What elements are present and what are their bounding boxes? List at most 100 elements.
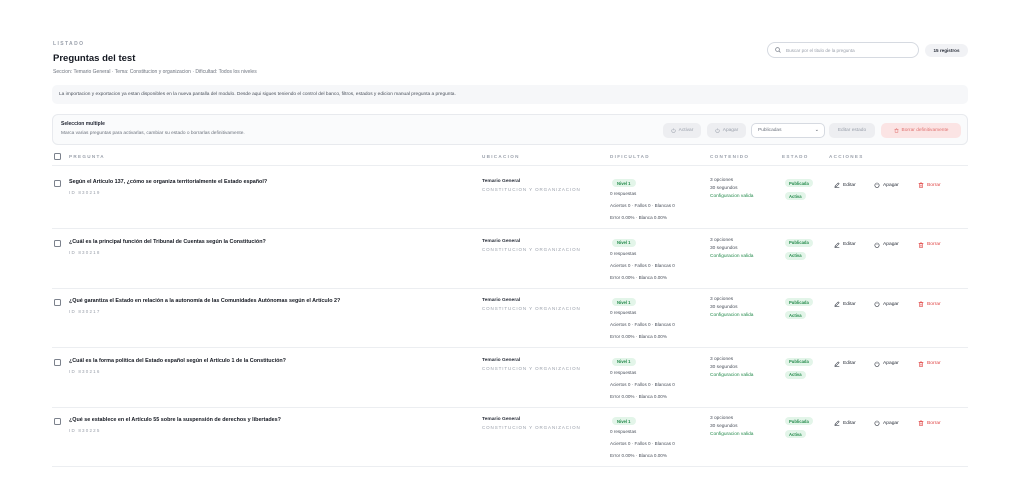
pencil-icon [834, 420, 840, 426]
config-status: Configuracion valida [710, 313, 754, 318]
responses-count: 0 respuestas [610, 250, 637, 256]
trash-icon [918, 301, 924, 307]
row-checkbox[interactable] [54, 180, 61, 187]
answer-stats: Aciertos 0 · Fallos 0 · Blancas 0 [610, 381, 675, 387]
level-badge: Nivel 1 [612, 298, 636, 306]
time-limit: 30 segundos [710, 364, 738, 370]
bulk-description: Marca varias preguntas para activarlas, … [61, 131, 245, 136]
active-badge: Activa [785, 251, 806, 260]
row-checkbox[interactable] [54, 418, 61, 425]
edit-button[interactable]: Editar [834, 301, 856, 307]
time-limit: 30 segundos [710, 186, 738, 191]
location-section: Temario General [482, 417, 521, 422]
active-badge: Activa [785, 192, 806, 200]
edit-button[interactable]: Editar [834, 360, 856, 367]
search-box[interactable] [767, 42, 919, 58]
location-topic: CONSTITUCION Y ORGANIZACION [482, 425, 581, 430]
deactivate-button[interactable]: Apagar [874, 360, 899, 367]
bulk-deactivate-label: Apagar [722, 128, 739, 133]
question-title[interactable]: Según el Artículo 137, ¿cómo se organiza… [69, 179, 267, 185]
deactivate-label: Apagar [883, 182, 899, 188]
options-count: 3 opciones [710, 297, 734, 302]
trash-icon [918, 360, 924, 367]
error-stats: Error 0.00% · Blanca 0.00% [610, 393, 667, 399]
location-section: Temario General [482, 179, 521, 184]
row-checkbox[interactable] [54, 299, 61, 306]
bulk-activate-button[interactable]: Activar [663, 123, 701, 138]
edit-button[interactable]: Editar [834, 182, 856, 188]
status-select-value: Publicadas [758, 128, 782, 133]
search-input[interactable] [786, 47, 916, 53]
answer-stats: Aciertos 0 · Fallos 0 · Blancas 0 [610, 441, 675, 446]
table-row: ¿Cuál es la forma política del Estado es… [52, 349, 968, 408]
delete-button[interactable]: Borrar [918, 301, 941, 307]
power-icon [874, 301, 880, 307]
responses-count: 0 respuestas [610, 429, 637, 434]
row-checkbox[interactable] [54, 239, 61, 247]
delete-button[interactable]: Borrar [918, 360, 941, 367]
question-title[interactable]: ¿Cuál es la principal función del Tribun… [69, 239, 266, 245]
edit-label: Editar [843, 301, 856, 307]
question-title[interactable]: ¿Cuál es la forma política del Estado es… [69, 358, 286, 364]
bulk-title: Seleccion multiple [61, 121, 105, 127]
col-header-location: UBICACION [482, 154, 520, 159]
trash-icon [918, 182, 924, 188]
deactivate-button[interactable]: Apagar [874, 420, 899, 426]
delete-label: Borrar [927, 242, 941, 247]
row-checkbox[interactable] [54, 358, 61, 366]
delete-button[interactable]: Borrar [918, 241, 941, 248]
col-header-content: CONTENIDO [710, 154, 750, 159]
deactivate-label: Apagar [883, 420, 899, 426]
deactivate-button[interactable]: Apagar [874, 241, 899, 248]
answer-stats: Aciertos 0 · Fallos 0 · Blancas 0 [610, 262, 675, 268]
table-row: ¿Qué garantiza el Estado en relación a l… [52, 289, 968, 348]
delete-button[interactable]: Borrar [918, 182, 941, 188]
options-count: 3 opciones [710, 178, 734, 183]
pencil-icon [834, 241, 840, 248]
time-limit: 30 segundos [710, 424, 738, 429]
edit-label: Editar [843, 420, 856, 426]
bulk-delete-label: Borrar definitivamente [901, 128, 949, 133]
power-icon [715, 128, 720, 133]
options-count: 3 opciones [710, 416, 734, 421]
trash-icon [918, 241, 924, 248]
table-header: PREGUNTA UBICACION DIFICULTAD CONTENIDO … [52, 152, 968, 166]
info-banner: La importacion y exportacion ya estan di… [52, 85, 968, 104]
config-status: Configuracion valida [710, 194, 754, 199]
published-badge: Publicada [785, 179, 813, 187]
error-stats: Error 0.00% · Blanca 0.00% [610, 274, 667, 280]
delete-button[interactable]: Borrar [918, 420, 941, 426]
power-icon [671, 128, 676, 133]
published-badge: Publicada [785, 417, 813, 425]
question-id: ID 830218 [69, 249, 101, 255]
options-count: 3 opciones [710, 237, 734, 243]
location-section: Temario General [482, 298, 521, 303]
power-icon [874, 360, 880, 367]
bulk-edit-state-button[interactable]: Editar estado [829, 123, 875, 138]
trash-icon [918, 420, 924, 426]
select-all-checkbox[interactable] [54, 153, 61, 160]
power-icon [874, 182, 880, 188]
location-topic: CONSTITUCION Y ORGANIZACION [482, 365, 581, 371]
delete-label: Borrar [927, 361, 941, 366]
error-stats: Error 0.00% · Blanca 0.00% [610, 215, 667, 220]
level-badge: Nivel 1 [612, 179, 636, 187]
page-eyebrow: LISTADO [53, 41, 85, 47]
deactivate-button[interactable]: Apagar [874, 301, 899, 307]
bulk-deactivate-button[interactable]: Apagar [707, 123, 746, 138]
answer-stats: Aciertos 0 · Fallos 0 · Blancas 0 [610, 322, 675, 327]
col-header-state: ESTADO [782, 154, 809, 159]
bulk-delete-button[interactable]: Borrar definitivamente [881, 123, 961, 138]
question-title[interactable]: ¿Qué se establece en el Artículo 55 sobr… [69, 417, 281, 423]
responses-count: 0 respuestas [610, 369, 637, 375]
edit-button[interactable]: Editar [834, 241, 856, 248]
edit-button[interactable]: Editar [834, 420, 856, 426]
status-select[interactable]: Publicadas ⌄ [751, 123, 825, 138]
question-title[interactable]: ¿Qué garantiza el Estado en relación a l… [69, 298, 340, 304]
level-badge: Nivel 1 [612, 238, 636, 247]
level-badge: Nivel 1 [612, 357, 636, 366]
deactivate-button[interactable]: Apagar [874, 182, 899, 188]
deactivate-label: Apagar [883, 361, 899, 366]
responses-count: 0 respuestas [610, 191, 637, 196]
question-id: ID 830217 [69, 309, 101, 314]
